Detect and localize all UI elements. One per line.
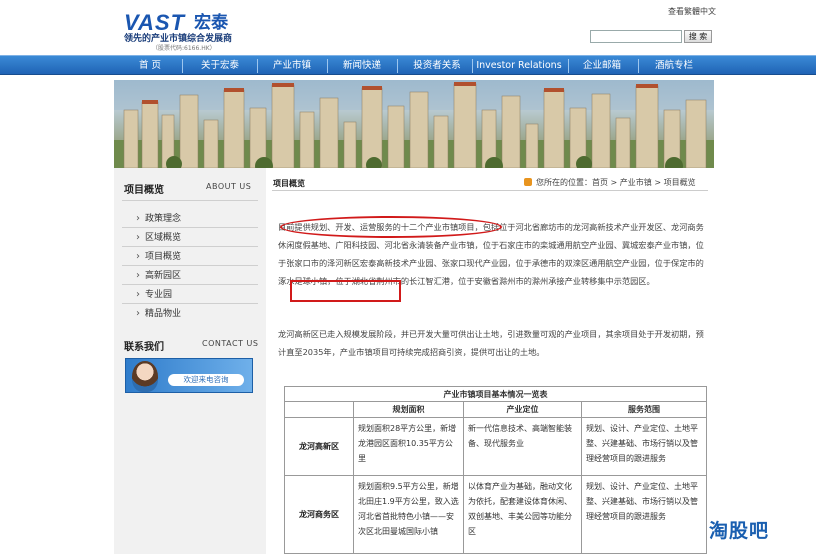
breadcrumb: 您所在的位置：首页 > 产业市镇 > 项目概览 — [524, 177, 696, 188]
status-paragraph: 龙河高新区已走入规模发展阶段，并已开发大量可供出让土地，引进数量可观的产业项目，… — [278, 329, 704, 357]
divider — [122, 200, 258, 201]
nav-news[interactable]: 新闻快递 — [334, 56, 390, 76]
nav-divider — [472, 59, 473, 73]
table-header-blank — [284, 402, 354, 418]
contact-button[interactable]: 欢迎来电咨询 — [168, 374, 244, 386]
sidebar-item-region[interactable]: 区域概览 — [136, 230, 181, 243]
sidebar-item-property[interactable]: 精品物业 — [136, 306, 181, 319]
breadcrumb-section[interactable]: 产业市镇 — [620, 178, 652, 187]
contact-banner[interactable]: 欢迎来电咨询 — [125, 358, 253, 393]
traditional-chinese-link[interactable]: 查看繁體中文 — [668, 6, 716, 17]
table-header-area: 规划面积 — [353, 402, 464, 418]
nav-investor-relations[interactable]: Investor Relations — [475, 56, 563, 76]
table-row-name: 龙河商务区 — [284, 476, 354, 554]
location-icon — [524, 178, 532, 186]
divider — [122, 265, 258, 266]
table-header-service: 服务范围 — [581, 402, 707, 418]
stock-code: （股票代码:6166.HK） — [152, 45, 216, 52]
search-button[interactable]: 搜 索 — [684, 30, 712, 43]
nav-divider — [638, 59, 639, 73]
skyline-illustration — [114, 80, 714, 168]
search-input[interactable] — [590, 30, 682, 43]
nav-investors-cn[interactable]: 投资者关系 — [402, 56, 472, 76]
divider — [122, 227, 258, 228]
logo-chinese: 宏泰 — [194, 13, 229, 33]
table-header-position: 产业定位 — [463, 402, 582, 418]
red-box-annotation — [290, 280, 401, 302]
table-caption: 产业市镇项目基本情况一览表 — [284, 386, 707, 402]
left-sidebar: 项目概览 ABOUT US 政策理念 区域概览 项目概览 高新园区 专业园 精品… — [114, 168, 266, 554]
table-row-name: 龙河高新区 — [284, 418, 354, 476]
divider — [272, 190, 708, 191]
table-cell-area: 规划面积9.5平方公里，新增北田庄1.9平方公里，致入选河北省首批特色小镇——安… — [353, 476, 464, 554]
table-cell-service: 规划、设计、产业定位、土地平整、兴建基础、市场行销以及管理经营项目的跟进服务 — [581, 418, 707, 476]
sidebar-item-policy[interactable]: 政策理念 — [136, 211, 181, 224]
table-cell-position: 以体育产业为基础，融动文化为依托，配套建设体育休闲、双创基地、丰美公园等功能分区 — [463, 476, 582, 554]
divider — [122, 303, 258, 304]
nav-about[interactable]: 关于宏泰 — [192, 56, 248, 76]
red-circle-annotation — [280, 216, 502, 238]
nav-email[interactable]: 企业邮箱 — [574, 56, 630, 76]
divider — [122, 246, 258, 247]
main-content: 项目概览 您所在的位置：首页 > 产业市镇 > 项目概览 目前提供规划、开发、运… — [266, 168, 714, 554]
watermark: 淘股吧 — [709, 520, 770, 542]
site-header: VAST 宏泰 领先的产业市镇综合发展商 （股票代码:6166.HK） 查看繁體… — [0, 0, 816, 54]
nav-divider — [182, 59, 183, 73]
nav-home[interactable]: 首 页 — [125, 56, 175, 76]
contact-title-en: CONTACT US — [202, 339, 259, 348]
sidebar-item-projects[interactable]: 项目概览 — [136, 249, 181, 262]
nav-divider — [257, 59, 258, 73]
nav-divider — [327, 59, 328, 73]
main-nav: 首 页 关于宏泰 产业市镇 新闻快递 投资者关系 Investor Relati… — [0, 55, 816, 75]
sidebar-item-hitech[interactable]: 高新园区 — [136, 268, 181, 281]
table-cell-service: 规划、设计、产业定位、土地平整、兴建基础、市场行销以及管理经营项目的跟进服务 — [581, 476, 707, 554]
nav-column[interactable]: 酒航专栏 — [644, 56, 704, 76]
sidebar-title: 项目概览 — [124, 185, 164, 196]
breadcrumb-current: 项目概览 — [663, 178, 696, 187]
sidebar-item-parks[interactable]: 专业园 — [136, 287, 172, 300]
support-avatar — [132, 361, 158, 392]
table-cell-area: 规划面积28平方公里，新增龙港园区面积10.35平方公里 — [353, 418, 464, 476]
divider — [122, 284, 258, 285]
contact-title: 联系我们 — [124, 342, 164, 353]
nav-divider — [397, 59, 398, 73]
breadcrumb-prefix: 您所在的位置： — [536, 178, 592, 187]
sidebar-title-en: ABOUT US — [206, 182, 252, 191]
breadcrumb-home[interactable]: 首页 — [592, 178, 608, 187]
table-cell-position: 新一代信息技术、高端智能装备、现代服务业 — [463, 418, 582, 476]
page-title: 项目概览 — [273, 179, 305, 188]
nav-industry-towns[interactable]: 产业市镇 — [264, 56, 320, 76]
city-banner-image — [114, 80, 714, 168]
nav-divider — [568, 59, 569, 73]
